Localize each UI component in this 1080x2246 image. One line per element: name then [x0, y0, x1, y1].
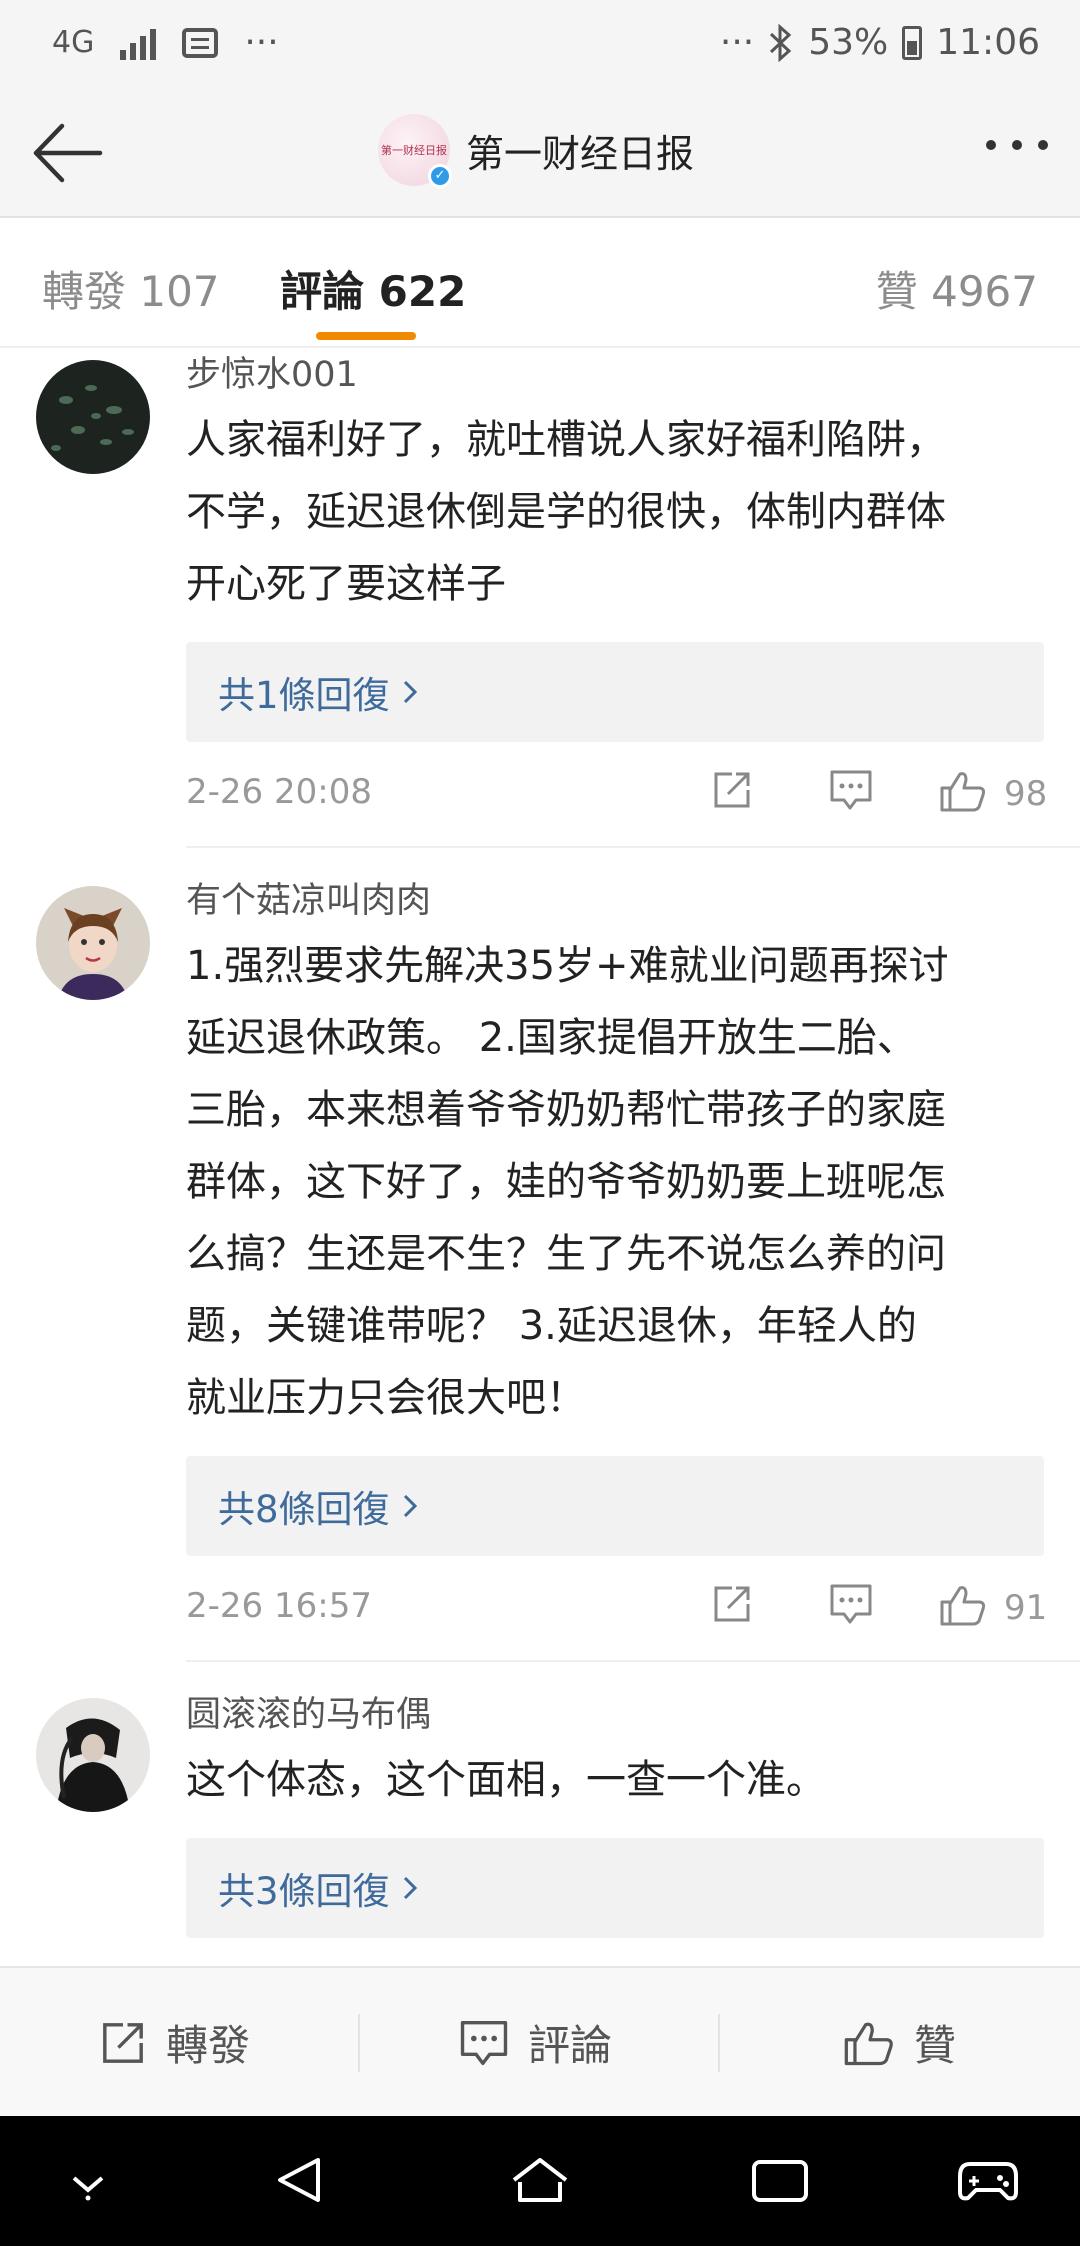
like-count: 91 — [1004, 1588, 1048, 1628]
bottom-action-bar: 轉發 評論 贊 — [0, 1966, 1080, 2116]
home-icon[interactable] — [508, 2152, 572, 2208]
chevron-right-icon — [403, 1494, 417, 1518]
comment-text: 1.强烈要求先解决35岁+难就业问题再探讨 延迟退休政策。 2.国家提倡开放生二胎… — [186, 943, 949, 1421]
comment-username[interactable]: 步惊水001 — [186, 350, 1044, 400]
replies-label: 共3條回復 — [218, 1870, 390, 1913]
chevron-right-icon — [403, 680, 417, 704]
share-icon[interactable] — [710, 768, 754, 812]
divider — [358, 2014, 360, 2072]
comment-text: 人家福利好了，就吐槽说人家好福利陷阱， 不学，延迟退休倒是学的很快，体制内群体 开心… — [186, 417, 946, 607]
gamepad-icon[interactable] — [956, 2152, 1020, 2208]
repost-button[interactable]: 轉發 — [98, 2012, 250, 2073]
chevron-right-icon — [403, 1876, 417, 1900]
top-app-bar: 第一财经日报 ✓ 第一财经日报 — [0, 90, 1080, 218]
comment-icon[interactable] — [828, 1582, 874, 1626]
battery-percent: 53% — [808, 22, 889, 63]
replies-label: 共1條回復 — [218, 674, 390, 717]
account-avatar[interactable]: 第一财经日报 ✓ — [378, 114, 452, 188]
network-indicator: 4G — [52, 25, 95, 60]
tab-bar: 轉發 107 評論 622 贊 4967 — [0, 220, 1080, 348]
comment-text: 这个体态，这个面相，一查一个准。 — [186, 1757, 826, 1803]
view-replies-button[interactable]: 共3條回復 — [186, 1838, 1044, 1938]
comment-icon — [460, 2020, 508, 2065]
tab-comments[interactable]: 評論 622 — [280, 258, 466, 319]
battery-icon — [902, 25, 923, 60]
like-button[interactable]: 贊 — [842, 2012, 956, 2073]
tab-reposts[interactable]: 轉發 107 — [42, 258, 220, 319]
verified-badge-icon: ✓ — [428, 164, 452, 188]
comment-username[interactable]: 圆滚滚的马布偶 — [186, 1690, 1044, 1740]
like-label: 贊 — [914, 2021, 957, 2070]
status-more-left: ··· — [244, 22, 279, 63]
share-icon[interactable] — [710, 1582, 754, 1626]
divider — [186, 846, 1080, 848]
comment-timestamp: 2-26 20:08 — [186, 772, 372, 812]
message-notification-icon — [182, 27, 219, 58]
avatar[interactable] — [36, 360, 150, 474]
comment-button[interactable]: 評論 — [458, 2012, 612, 2073]
status-more-right: ··· — [719, 22, 755, 63]
avatar[interactable] — [36, 1698, 150, 1812]
more-dots-icon[interactable] — [986, 140, 1048, 150]
account-header[interactable]: 第一财经日报 ✓ 第一财经日报 — [378, 114, 695, 188]
clock: 11:06 — [936, 22, 1040, 63]
logo-text: 第一财经日报 — [381, 144, 447, 157]
comment-username[interactable]: 有个菇凉叫肉肉 — [186, 876, 1044, 926]
page-title: 第一财经日报 — [466, 131, 695, 176]
thumbs-up-icon[interactable] — [938, 1582, 988, 1628]
comment-icon[interactable] — [828, 768, 874, 812]
repost-label: 轉發 — [166, 2021, 251, 2070]
thumbs-up-icon[interactable] — [938, 768, 988, 814]
replies-label: 共8條回復 — [218, 1488, 390, 1531]
view-replies-button[interactable]: 共1條回復 — [186, 642, 1044, 742]
recent-apps-icon[interactable] — [748, 2152, 812, 2208]
avatar[interactable] — [36, 886, 150, 1000]
chevron-down-icon[interactable] — [64, 2152, 112, 2208]
share-icon — [103, 2022, 143, 2063]
divider — [186, 1660, 1080, 1662]
tab-likes[interactable]: 贊 4967 — [876, 258, 1038, 319]
comment-timestamp: 2-26 16:57 — [186, 1586, 372, 1626]
back-triangle-icon[interactable] — [272, 2152, 328, 2208]
thumbs-up-icon — [844, 2022, 893, 2065]
like-count: 98 — [1004, 774, 1048, 814]
view-replies-button[interactable]: 共8條回復 — [186, 1456, 1044, 1556]
active-tab-indicator — [316, 332, 416, 340]
signal-icon — [120, 26, 157, 60]
arrow-left-icon[interactable] — [28, 118, 108, 188]
comment-label: 評論 — [528, 2021, 613, 2070]
status-bar: 4G ··· ··· 53% 11:06 — [0, 0, 1080, 90]
divider — [718, 2014, 720, 2072]
system-navigation-bar — [0, 2116, 1080, 2246]
bluetooth-icon — [770, 23, 792, 62]
